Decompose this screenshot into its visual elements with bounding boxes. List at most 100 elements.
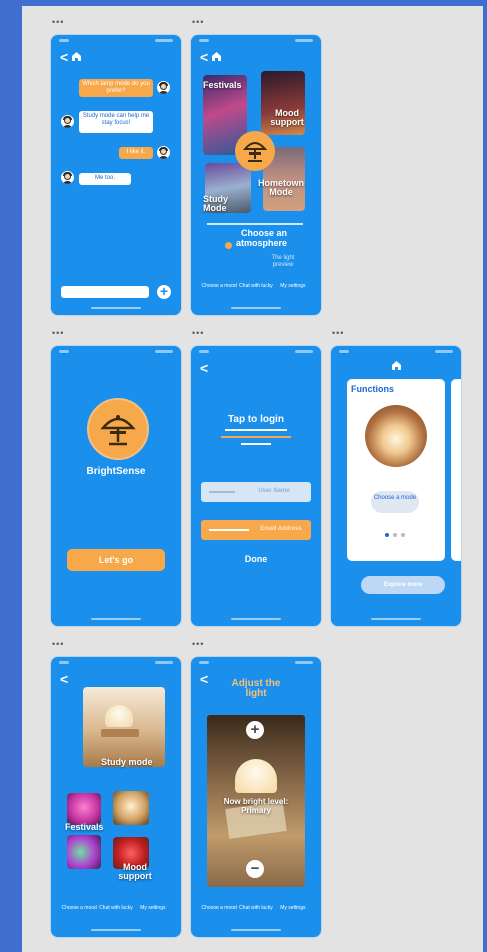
home-icon[interactable] xyxy=(71,51,82,61)
status-bar xyxy=(199,350,313,354)
light-preview-text: The light preview xyxy=(271,255,295,268)
status-bar xyxy=(59,350,173,354)
mood-photo-tile[interactable] xyxy=(113,791,149,825)
status-bar xyxy=(339,350,453,354)
bottom-nav: Choose a mood Chat with lucky My setting… xyxy=(201,905,311,921)
festivals-label: Festivals xyxy=(203,80,242,90)
brightness-level: Now bright level: Primary xyxy=(223,797,289,815)
title-underline xyxy=(241,443,271,445)
adjust-light-screen: < Adjust the light + Now bright level: P… xyxy=(191,657,321,937)
frame-menu-dots[interactable]: ••• xyxy=(192,329,204,338)
nav-choose-mood[interactable]: Choose a mood xyxy=(201,283,237,299)
divider xyxy=(207,223,303,225)
study-mode-label: Study Mode xyxy=(203,194,229,213)
title-underline xyxy=(221,436,291,438)
home-indicator xyxy=(231,618,281,620)
add-button[interactable]: + xyxy=(157,284,171,299)
email-placeholder: Email Address xyxy=(260,526,302,532)
chat-screen: < Which lamp mode do you prefer? Study m… xyxy=(51,35,181,315)
frame-menu-dots[interactable]: ••• xyxy=(52,18,64,27)
nav-chat-lucky[interactable]: Chat with lucky xyxy=(98,905,134,921)
canvas-top-edge xyxy=(0,0,487,6)
frame-menu-dots[interactable]: ••• xyxy=(192,640,204,649)
pager-dot[interactable] xyxy=(393,533,397,537)
chat-bubble-user: Which lamp mode do you prefer? xyxy=(79,79,153,97)
email-field[interactable]: Email Address xyxy=(201,520,311,540)
username-field[interactable]: User Name xyxy=(201,482,311,502)
pager-dot-active[interactable] xyxy=(385,533,389,537)
mood-support-label: Mood support xyxy=(118,862,152,881)
back-arrow-icon[interactable]: < xyxy=(200,672,208,686)
frame-menu-dots[interactable]: ••• xyxy=(52,640,64,649)
nav-chat-lucky[interactable]: Chat with lucky xyxy=(238,283,274,299)
atmosphere-heading: Choose an atmosphere xyxy=(235,228,287,248)
frame-menu-dots[interactable]: ••• xyxy=(332,329,344,338)
app-name: BrightSense xyxy=(86,466,146,477)
chat-bubble-bot: Study mode can help me stay focus! xyxy=(79,111,153,133)
bottom-nav: Choose a mood Chat with lucky My setting… xyxy=(201,283,311,299)
back-arrow-icon[interactable]: < xyxy=(200,50,208,64)
functions-title: Functions xyxy=(351,384,394,394)
festivals-tile[interactable] xyxy=(67,793,101,825)
home-indicator xyxy=(231,307,281,309)
status-bar xyxy=(199,661,313,665)
lamp-icon[interactable] xyxy=(235,131,275,171)
mood-support-label: Mood support xyxy=(270,108,304,127)
bottom-nav: Choose a mood Chat with lucky My setting… xyxy=(61,905,171,921)
nav-choose-mood[interactable]: Choose a mood xyxy=(61,905,97,921)
study-mode-label: Study mode xyxy=(101,757,153,767)
home-indicator xyxy=(91,618,141,620)
chat-bubble-bot: Me too. xyxy=(79,173,131,185)
nav-my-settings[interactable]: My settings xyxy=(135,905,171,921)
message-input[interactable] xyxy=(61,286,149,298)
next-card-peek[interactable] xyxy=(451,379,461,561)
back-arrow-icon[interactable]: < xyxy=(60,672,68,686)
status-bar xyxy=(199,39,313,43)
festivals-label: Festivals xyxy=(65,822,104,832)
explore-more-button[interactable]: Explore more xyxy=(361,576,445,594)
chat-bubble-user: I like it. xyxy=(119,147,153,159)
nav-chat-lucky[interactable]: Chat with lucky xyxy=(238,905,274,921)
nav-my-settings[interactable]: My settings xyxy=(275,905,311,921)
done-button[interactable]: Done xyxy=(191,554,321,564)
study-mode-tile[interactable] xyxy=(83,687,165,767)
adjust-title: Adjust the light xyxy=(231,678,281,699)
home-icon[interactable] xyxy=(391,360,402,370)
avatar-icon xyxy=(157,146,170,159)
nav-choose-mood[interactable]: Choose a mood xyxy=(201,905,237,921)
indicator-dot xyxy=(225,242,232,249)
status-bar xyxy=(59,39,173,43)
home-indicator xyxy=(231,929,281,931)
home-indicator xyxy=(91,929,141,931)
brightness-minus-button[interactable]: − xyxy=(246,860,264,878)
festival-photo-tile[interactable] xyxy=(67,835,101,869)
atmosphere-screen: < Festivals Mood support Study Mode Home… xyxy=(191,35,321,315)
splash-screen: BrightSense Let's go xyxy=(51,346,181,626)
canvas-left-edge xyxy=(0,0,22,952)
modes-screen: < Study mode Festivals Mood support Choo… xyxy=(51,657,181,937)
username-placeholder: User Name xyxy=(258,488,290,494)
pager-dot[interactable] xyxy=(401,533,405,537)
avatar-icon xyxy=(61,115,74,128)
login-title: Tap to login xyxy=(228,414,284,425)
functions-screen: Functions Choose a mode Explore more xyxy=(331,346,461,626)
back-arrow-icon[interactable]: < xyxy=(200,361,208,375)
lamp-icon xyxy=(87,398,149,460)
home-icon[interactable] xyxy=(211,51,222,61)
nav-my-settings[interactable]: My settings xyxy=(275,283,311,299)
home-indicator xyxy=(91,307,141,309)
frame-menu-dots[interactable]: ••• xyxy=(52,329,64,338)
canvas-right-edge xyxy=(483,0,487,952)
frame-menu-dots[interactable]: ••• xyxy=(192,18,204,27)
back-arrow-icon[interactable]: < xyxy=(60,50,68,64)
lets-go-button[interactable]: Let's go xyxy=(67,549,165,571)
choose-mode-button[interactable]: Choose a mode xyxy=(371,491,419,513)
avatar-icon xyxy=(61,171,74,184)
home-indicator xyxy=(371,618,421,620)
avatar-icon xyxy=(157,81,170,94)
function-card[interactable]: Functions Choose a mode xyxy=(347,379,445,561)
brightness-plus-button[interactable]: + xyxy=(246,721,264,739)
status-bar xyxy=(59,661,173,665)
login-screen: < Tap to login User Name Email Address D… xyxy=(191,346,321,626)
lamp-photo xyxy=(365,405,427,467)
